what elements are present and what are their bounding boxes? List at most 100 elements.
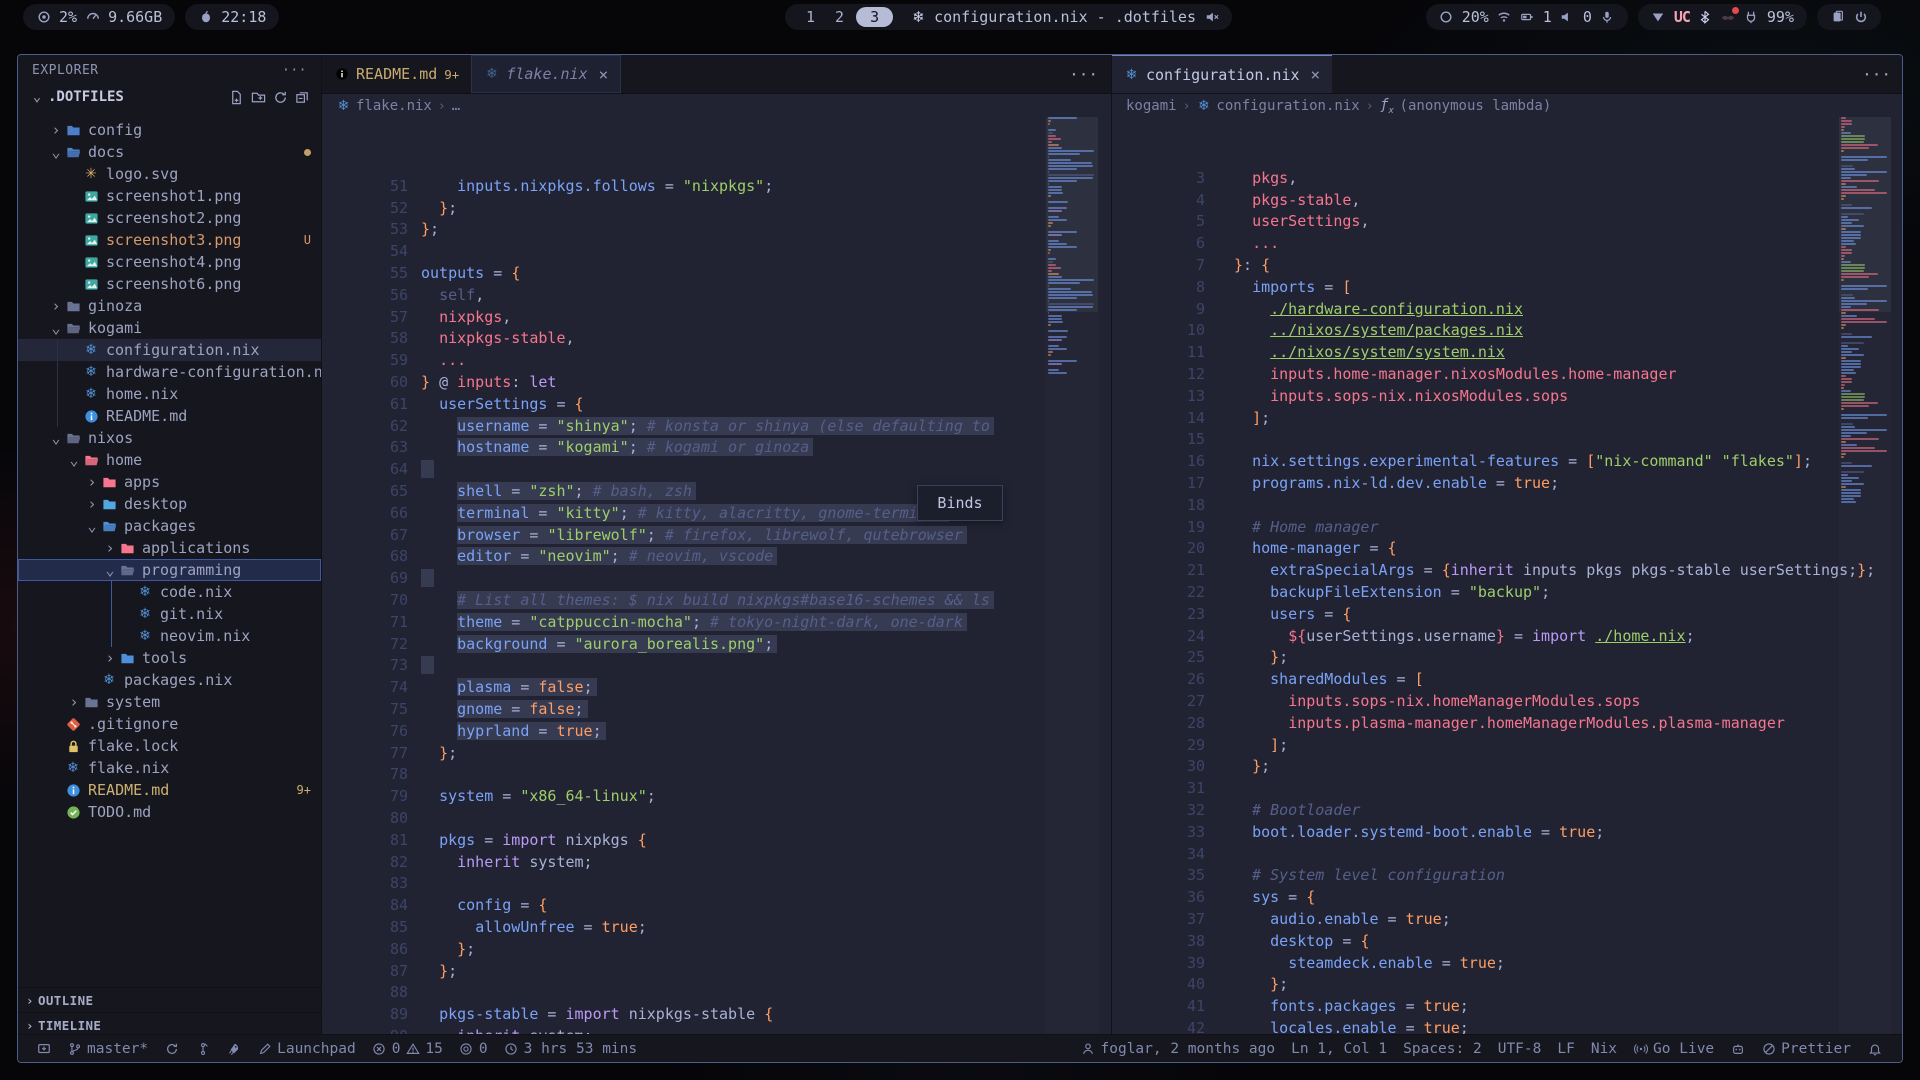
status-item-master-[interactable]: master* — [59, 1035, 156, 1062]
more-actions-icon[interactable]: ··· — [1069, 65, 1098, 84]
code-line-61[interactable]: 61 userSettings = { — [322, 393, 1112, 415]
tree-item-home[interactable]: ⌄home — [18, 449, 321, 471]
close-icon[interactable]: × — [1311, 65, 1321, 84]
code-line-7[interactable]: 7}: { — [1112, 254, 1903, 276]
line-number[interactable]: 53 — [322, 220, 421, 238]
line-number[interactable]: 84 — [322, 896, 421, 914]
collapse-folders-icon[interactable] — [295, 90, 310, 105]
line-number[interactable]: 26 — [1112, 670, 1234, 688]
workspace-3-active[interactable]: 3 — [856, 7, 893, 27]
line-number[interactable]: 8 — [1112, 278, 1234, 296]
code-line-3[interactable]: 3 pkgs, — [1112, 167, 1903, 189]
line-number[interactable]: 39 — [1112, 954, 1234, 972]
code-line-34[interactable]: 34 — [1112, 843, 1903, 865]
status-item-nix[interactable]: Nix — [1583, 1035, 1625, 1062]
tree-item-packages[interactable]: ⌄packages — [18, 515, 321, 537]
line-number[interactable]: 5 — [1112, 212, 1234, 230]
line-number[interactable]: 40 — [1112, 975, 1234, 993]
line-number[interactable]: 65 — [322, 482, 421, 500]
code-line-35[interactable]: 35 # System level configuration — [1112, 865, 1903, 887]
code-line-25[interactable]: 25 }; — [1112, 647, 1903, 669]
line-number[interactable]: 67 — [322, 526, 421, 544]
line-number[interactable]: 64 — [322, 460, 421, 478]
line-number[interactable]: 79 — [322, 787, 421, 805]
code-line-38[interactable]: 38 desktop = { — [1112, 930, 1903, 952]
status-item-utf-8[interactable]: UTF-8 — [1490, 1035, 1550, 1062]
editor-left[interactable]: 51 inputs.nixpkgs.follows = "nixpkgs";52… — [322, 117, 1112, 1037]
line-number[interactable]: 51 — [322, 177, 421, 195]
code-line-87[interactable]: 87 }; — [322, 960, 1112, 982]
workspace-1[interactable]: 1 — [798, 8, 823, 26]
status-item-0[interactable]: 015 — [364, 1035, 451, 1062]
line-number[interactable]: 74 — [322, 678, 421, 696]
tree-item-applications[interactable]: ›applications — [18, 537, 321, 559]
line-number[interactable]: 62 — [322, 417, 421, 435]
line-number[interactable]: 52 — [322, 199, 421, 217]
tab-configuration-nix[interactable]: ❄configuration.nix× — [1112, 55, 1332, 93]
status-item-robot-icon[interactable] — [1722, 1035, 1753, 1062]
line-number[interactable]: 19 — [1112, 518, 1234, 536]
breadcrumb-item[interactable]: ❄flake.nix — [336, 98, 432, 114]
line-number[interactable]: 88 — [322, 983, 421, 1001]
line-number[interactable]: 25 — [1112, 648, 1234, 666]
line-number[interactable]: 15 — [1112, 430, 1234, 448]
code-line-40[interactable]: 40 }; — [1112, 973, 1903, 995]
status-item-foglar-2-months-ago[interactable]: foglar, 2 months ago — [1073, 1035, 1284, 1062]
status-item-spaces-2[interactable]: Spaces: 2 — [1395, 1035, 1490, 1062]
code-line-77[interactable]: 77 }; — [322, 742, 1112, 764]
tree-item-screenshot4-png[interactable]: screenshot4.png — [18, 251, 321, 273]
tree-item-configuration-nix[interactable]: ❄configuration.nix — [18, 339, 321, 361]
more-actions-icon[interactable]: ··· — [1862, 65, 1891, 84]
tree-item-code-nix[interactable]: ❄code.nix — [18, 581, 321, 603]
code-line-22[interactable]: 22 backupFileExtension = "backup"; — [1112, 581, 1903, 603]
line-number[interactable]: 80 — [322, 809, 421, 827]
status-item-bell-icon[interactable] — [1859, 1035, 1890, 1062]
mute-icon[interactable] — [1204, 10, 1219, 25]
code-line-70[interactable]: 70 # List all themes: $ nix build nixpkg… — [322, 589, 1112, 611]
tab-flake-nix[interactable]: ❄flake.nix× — [471, 55, 621, 93]
workspace-2[interactable]: 2 — [827, 8, 852, 26]
line-number[interactable]: 66 — [322, 504, 421, 522]
code-line-58[interactable]: 58 nixpkgs-stable, — [322, 328, 1112, 350]
tree-item-hardware-configuration-nix[interactable]: ❄hardware-configuration.nix — [18, 361, 321, 383]
line-number[interactable]: 22 — [1112, 583, 1234, 601]
tree-item-ginoza[interactable]: ›ginoza — [18, 295, 321, 317]
refresh-icon[interactable] — [273, 90, 288, 105]
breadcrumb-item[interactable]: ❄configuration.nix — [1196, 98, 1359, 114]
tree-item-neovim-nix[interactable]: ❄neovim.nix — [18, 625, 321, 647]
code-line-26[interactable]: 26 sharedModules = [ — [1112, 668, 1903, 690]
line-number[interactable]: 20 — [1112, 539, 1234, 557]
code-line-76[interactable]: 76 hyprland = true; — [322, 720, 1112, 742]
line-number[interactable]: 7 — [1112, 256, 1234, 274]
line-number[interactable]: 6 — [1112, 234, 1234, 252]
code-line-4[interactable]: 4 pkgs-stable, — [1112, 189, 1903, 211]
close-icon[interactable]: × — [599, 65, 609, 84]
status-item-remote-icon[interactable] — [28, 1035, 59, 1062]
code-line-73[interactable]: 73 — [322, 655, 1112, 677]
code-line-41[interactable]: 41 fonts.packages = true; — [1112, 995, 1903, 1017]
bluetooth-icon[interactable] — [1698, 10, 1713, 25]
line-number[interactable]: 16 — [1112, 452, 1234, 470]
new-file-icon[interactable] — [229, 90, 244, 105]
tree-item-kogami[interactable]: ⌄kogami — [18, 317, 321, 339]
code-line-75[interactable]: 75 gnome = false; — [322, 698, 1112, 720]
line-number[interactable]: 87 — [322, 962, 421, 980]
code-line-16[interactable]: 16 nix.settings.experimental-features = … — [1112, 450, 1903, 472]
line-number[interactable]: 73 — [322, 656, 421, 674]
status-item-prettier[interactable]: Prettier — [1753, 1035, 1859, 1062]
line-number[interactable]: 21 — [1112, 561, 1234, 579]
tree-item-screenshot3-png[interactable]: screenshot3.pngU — [18, 229, 321, 251]
line-number[interactable]: 13 — [1112, 387, 1234, 405]
line-number[interactable]: 31 — [1112, 779, 1234, 797]
tree-item-flake-lock[interactable]: flake.lock — [18, 735, 321, 757]
microphone-icon[interactable] — [1600, 10, 1615, 25]
code-line-37[interactable]: 37 audio.enable = true; — [1112, 908, 1903, 930]
code-line-14[interactable]: 14 ]; — [1112, 407, 1903, 429]
tree-item-home-nix[interactable]: ❄home.nix — [18, 383, 321, 405]
line-number[interactable]: 71 — [322, 613, 421, 631]
code-line-8[interactable]: 8 imports = [ — [1112, 276, 1903, 298]
line-number[interactable]: 14 — [1112, 409, 1234, 427]
code-line-62[interactable]: 62 username = "shinya"; # konsta or shin… — [322, 415, 1112, 437]
line-number[interactable]: 86 — [322, 940, 421, 958]
code-line-21[interactable]: 21 extraSpecialArgs = {inherit inputs pk… — [1112, 559, 1903, 581]
